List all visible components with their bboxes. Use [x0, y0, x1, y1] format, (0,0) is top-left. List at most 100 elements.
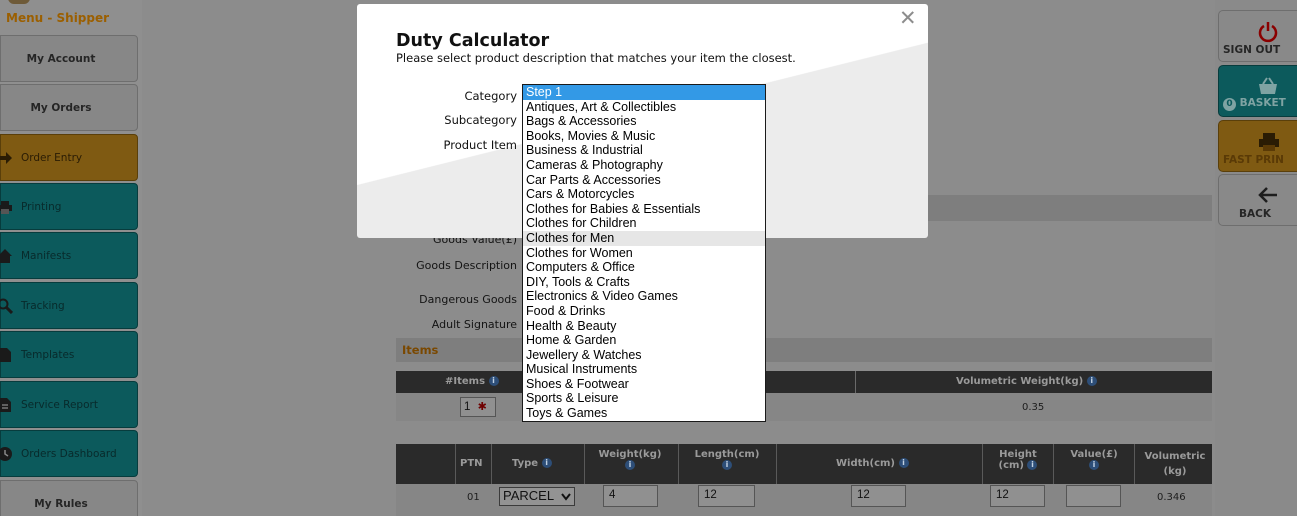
info-icon[interactable]: i — [625, 460, 635, 470]
sidebar-item-printing[interactable]: Printing — [0, 183, 138, 230]
category-option[interactable]: Bags & Accessories — [523, 114, 765, 129]
volumetric-weight-header: Volumetric Weight(kg) i — [956, 376, 1097, 387]
fast-print-label: FAST PRIN — [1223, 154, 1284, 166]
category-option[interactable]: Antiques, Art & Collectibles — [523, 100, 765, 115]
basket-icon — [1259, 77, 1277, 94]
parcel-type-select[interactable]: PARCEL — [499, 487, 575, 506]
category-option[interactable]: Clothes for Children — [523, 216, 765, 231]
category-option[interactable]: Jewellery & Watches — [523, 348, 765, 363]
sidebar-item-label: Order Entry — [21, 151, 83, 164]
category-option[interactable]: Home & Garden — [523, 333, 765, 348]
category-option[interactable]: Health & Beauty — [523, 319, 765, 334]
printer-icon — [0, 201, 12, 214]
chevron-down-icon — [561, 493, 571, 501]
height-header-label-1: Height — [999, 449, 1037, 460]
category-option[interactable]: Step 1 — [523, 85, 765, 100]
volumetric-header-label-2: (kg) — [1163, 466, 1187, 477]
arrow-right-icon — [0, 152, 12, 164]
info-icon[interactable]: i — [1089, 460, 1099, 470]
items-count-value: 1 — [464, 401, 471, 413]
clock-icon — [0, 447, 12, 461]
basket-label: BASKET — [1239, 97, 1286, 109]
back-button[interactable]: BACK — [1218, 174, 1297, 226]
info-icon[interactable]: i — [1027, 460, 1038, 470]
volumetric-header: Volumetric (kg) — [1138, 449, 1212, 479]
category-option[interactable]: Clothes for Women — [523, 246, 765, 261]
close-icon[interactable]: ✕ — [899, 6, 917, 30]
items-count-input[interactable]: 1 ✱ — [460, 397, 496, 417]
info-icon[interactable]: i — [1086, 376, 1097, 386]
sidebar-item-orders-dashboard[interactable]: Orders Dashboard — [0, 430, 138, 477]
sidebar-item-tracking[interactable]: Tracking — [0, 282, 138, 329]
report-icon — [0, 398, 11, 412]
height-header: Height (cm) i — [990, 449, 1046, 471]
items-table-row — [396, 393, 1212, 421]
sidebar-item-my-orders[interactable]: My Orders — [0, 84, 138, 131]
sidebar-item-label: My Rules — [34, 497, 88, 510]
info-icon[interactable]: i — [898, 458, 909, 468]
home-icon — [0, 249, 12, 263]
subcategory-label: Subcategory — [444, 113, 517, 127]
items-heading: Items — [402, 343, 439, 357]
category-option[interactable]: Sports & Leisure — [523, 391, 765, 406]
category-option[interactable]: Cameras & Photography — [523, 158, 765, 173]
printer-icon — [1259, 133, 1279, 151]
ptn-value: 01 — [467, 492, 480, 503]
document-icon — [0, 348, 11, 362]
category-option[interactable]: Clothes for Babies & Essentials — [523, 202, 765, 217]
basket-label-wrap: 0 BASKET — [1223, 97, 1286, 111]
sidebar-item-order-entry[interactable]: Order Entry — [0, 134, 138, 181]
category-option[interactable]: Cars & Motorcycles — [523, 187, 765, 202]
category-option[interactable]: Business & Industrial — [523, 143, 765, 158]
category-option[interactable]: Computers & Office — [523, 260, 765, 275]
category-option[interactable]: Electronics & Video Games — [523, 289, 765, 304]
info-icon[interactable]: i — [722, 460, 732, 470]
adult-signature-label: Adult Signature — [431, 318, 517, 331]
sign-out-label: SIGN OUT — [1223, 44, 1281, 56]
sign-out-button[interactable]: SIGN OUT — [1218, 10, 1297, 62]
category-dropdown-list[interactable]: Step 1 Antiques, Art & Collectibles Bags &… — [522, 84, 766, 422]
ptn-header: PTN — [460, 458, 483, 469]
sidebar: Menu - Shipper My Account My Orders Orde… — [0, 0, 142, 516]
parcel-type-value: PARCEL — [503, 488, 555, 503]
required-asterisk-icon: ✱ — [477, 401, 487, 413]
basket-button[interactable]: 0 BASKET — [1218, 65, 1297, 117]
weight-input[interactable]: 4 — [603, 485, 658, 507]
sidebar-item-label: Service Report — [21, 398, 98, 411]
fast-print-button[interactable]: FAST PRIN — [1218, 120, 1297, 172]
category-option[interactable]: Car Parts & Accessories — [523, 173, 765, 188]
category-option[interactable]: Books, Movies & Music — [523, 129, 765, 144]
sidebar-item-my-rules[interactable]: My Rules — [0, 480, 138, 516]
sidebar-item-label: Manifests — [21, 249, 72, 262]
category-option[interactable]: Clothes for Men — [523, 230, 765, 246]
category-option[interactable]: Musical Instruments — [523, 362, 765, 377]
sidebar-item-label: My Orders — [30, 101, 92, 114]
sidebar-item-manifests[interactable]: Manifests — [0, 232, 138, 279]
height-input[interactable]: 12 — [990, 485, 1045, 507]
items-count-header: #Items i — [445, 376, 499, 387]
value-header: Value(£) i — [1062, 449, 1126, 471]
length-input[interactable]: 12 — [698, 485, 755, 507]
width-header-label: Width(cm) — [836, 458, 896, 469]
value-header-label: Value(£) — [1070, 449, 1118, 460]
category-option[interactable]: DIY, Tools & Crafts — [523, 275, 765, 290]
width-input[interactable]: 12 — [851, 485, 906, 507]
sidebar-item-templates[interactable]: Templates — [0, 331, 138, 378]
sidebar-item-label: Printing — [21, 200, 62, 213]
goods-description-label: Goods Description — [416, 259, 517, 272]
sidebar-item-my-account[interactable]: My Account — [0, 35, 138, 82]
sidebar-item-label: Tracking — [21, 299, 65, 312]
modal-title: Duty Calculator — [396, 31, 550, 51]
category-option[interactable]: Food & Drinks — [523, 304, 765, 319]
info-icon[interactable]: i — [488, 376, 499, 386]
info-icon[interactable]: i — [541, 458, 552, 468]
type-header: Type i — [512, 458, 552, 469]
length-header-label: Length(cm) — [694, 449, 760, 460]
sidebar-item-service-report[interactable]: Service Report — [0, 381, 138, 428]
dangerous-goods-label: Dangerous Goods — [419, 293, 517, 306]
items-count-header-label: #Items — [445, 376, 486, 387]
width-header: Width(cm) i — [836, 458, 909, 469]
category-option[interactable]: Toys & Games — [523, 406, 765, 421]
value-input[interactable] — [1066, 485, 1121, 507]
category-option[interactable]: Shoes & Footwear — [523, 377, 765, 392]
